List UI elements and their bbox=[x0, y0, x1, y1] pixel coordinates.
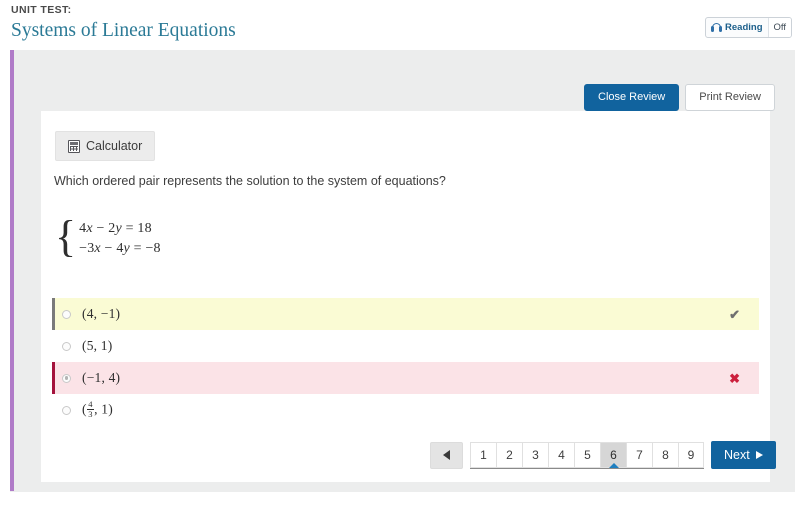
page-number-9[interactable]: 9 bbox=[678, 441, 704, 468]
review-actions: Close Review Print Review bbox=[584, 84, 775, 111]
equation-line-2: −3x − 4y = −8 bbox=[79, 241, 161, 256]
page-number-1[interactable]: 1 bbox=[470, 441, 496, 468]
answer-option-radio[interactable] bbox=[62, 373, 71, 383]
calculator-icon bbox=[68, 139, 80, 153]
next-page-button[interactable]: Next bbox=[711, 441, 776, 469]
close-review-button[interactable]: Close Review bbox=[584, 84, 680, 111]
answer-option-row[interactable]: (5, 1) bbox=[52, 330, 759, 362]
page-number-7[interactable]: 7 bbox=[626, 441, 652, 468]
header-titles: UNIT TEST: Systems of Linear Equations bbox=[11, 4, 236, 43]
unit-test-eyebrow: UNIT TEST: bbox=[11, 4, 72, 16]
reading-toggle-label: Reading bbox=[725, 22, 763, 33]
app-header: UNIT TEST: Systems of Linear Equations R… bbox=[0, 0, 800, 50]
answer-option-label: (5, 1) bbox=[82, 338, 113, 353]
headphones-icon bbox=[711, 22, 723, 33]
page-title: Systems of Linear Equations bbox=[11, 20, 236, 41]
left-accent-bar bbox=[10, 50, 14, 491]
triangle-left-icon bbox=[443, 450, 450, 460]
print-review-button[interactable]: Print Review bbox=[685, 84, 775, 111]
calculator-button-label: Calculator bbox=[86, 139, 143, 153]
answer-option-row[interactable]: (4 3, 1) bbox=[52, 394, 759, 426]
pagination-bar: 1 2 3 4 5 6 7 8 9 Next bbox=[430, 441, 776, 469]
calculator-button[interactable]: Calculator bbox=[55, 131, 156, 161]
fraction: 43 bbox=[87, 399, 94, 419]
page-number-8[interactable]: 8 bbox=[652, 441, 678, 468]
answer-option-radio[interactable] bbox=[62, 405, 71, 415]
page-number-5[interactable]: 5 bbox=[574, 441, 600, 468]
equation-lines: 4x − 2y = 18 −3x − 4y = −8 bbox=[79, 219, 161, 259]
page-number-6[interactable]: 6 bbox=[600, 441, 626, 468]
page-number-list: 1 2 3 4 5 6 7 8 9 bbox=[470, 441, 704, 469]
question-prompt: Which ordered pair represents the soluti… bbox=[54, 174, 446, 188]
page-number-3[interactable]: 3 bbox=[522, 441, 548, 468]
next-page-label: Next bbox=[724, 448, 750, 462]
answer-option-label: (−1, 4) bbox=[82, 370, 121, 385]
prev-page-button[interactable] bbox=[430, 441, 463, 469]
answer-options-list: (4, −1) ✔ (5, 1) (−1, 4) ✖ (4 3, 1) bbox=[52, 298, 759, 426]
question-card: Calculator Which ordered pair represents… bbox=[41, 111, 776, 482]
equation-line-1: 4x − 2y = 18 bbox=[79, 221, 152, 236]
triangle-right-icon bbox=[755, 451, 763, 459]
answer-option-label: (4 3, 1) bbox=[82, 399, 113, 419]
page-number-4[interactable]: 4 bbox=[548, 441, 574, 468]
cross-mark-icon: ✖ bbox=[729, 370, 740, 386]
check-mark-icon: ✔ bbox=[729, 306, 740, 322]
equation-system: { 4x − 2y = 18 −3x − 4y = −8 bbox=[55, 212, 161, 261]
page-number-2[interactable]: 2 bbox=[496, 441, 522, 468]
reading-toggle-label-segment[interactable]: Reading bbox=[706, 18, 767, 37]
answer-option-row[interactable]: (−1, 4) ✖ bbox=[52, 362, 759, 394]
answer-option-row[interactable]: (4, −1) ✔ bbox=[52, 298, 759, 330]
reading-toggle[interactable]: Reading Off bbox=[705, 17, 792, 38]
answer-option-label: (4, −1) bbox=[82, 306, 121, 321]
answer-option-radio[interactable] bbox=[62, 309, 71, 319]
reading-toggle-state[interactable]: Off bbox=[767, 18, 791, 37]
answer-option-radio[interactable] bbox=[62, 341, 71, 351]
system-brace: { bbox=[55, 212, 77, 261]
